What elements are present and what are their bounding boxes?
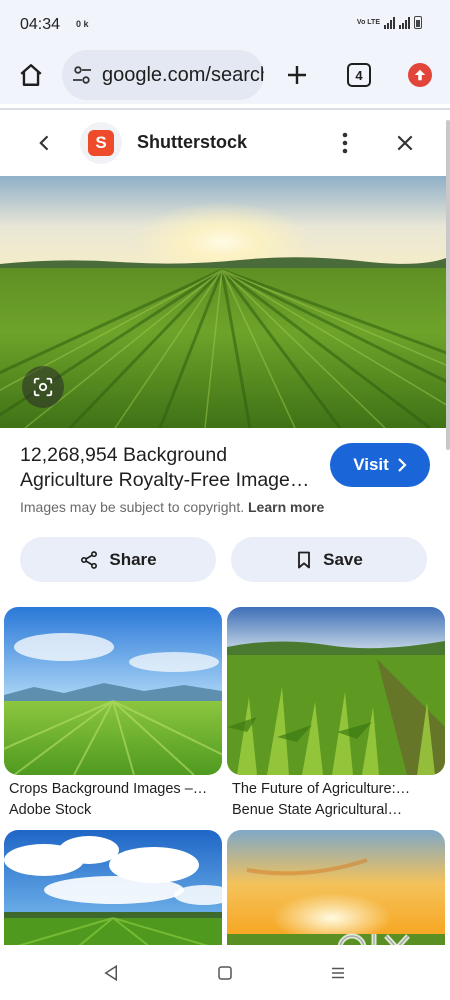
related-title[interactable]: The Future of Agriculture:… — [227, 781, 445, 797]
related-thumbnail[interactable] — [227, 607, 445, 775]
hero-field-illustration — [0, 176, 446, 428]
visit-label: Visit — [353, 455, 389, 474]
new-tab-button[interactable] — [280, 58, 314, 92]
more-options-button[interactable] — [330, 128, 360, 158]
related-result-card[interactable]: Crops Background Images –… Adobe Stock — [4, 607, 222, 818]
tab-switcher-button[interactable]: 4 — [347, 63, 371, 87]
tune-icon[interactable] — [70, 63, 94, 87]
source-name[interactable]: Shutterstock — [137, 132, 247, 153]
related-title[interactable]: Crops Background Images –… — [4, 781, 222, 797]
plus-icon — [288, 66, 306, 84]
tab-count: 4 — [355, 67, 363, 83]
nav-recent-button[interactable] — [324, 959, 352, 987]
close-icon — [397, 135, 413, 151]
source-logo[interactable]: S — [80, 122, 122, 164]
thumb-clouds-field — [4, 830, 222, 950]
more-vert-icon — [342, 132, 348, 154]
back-button[interactable] — [30, 128, 60, 158]
status-bar: 04:34 0 k Vo LTE — [0, 0, 450, 50]
nav-home-button[interactable] — [211, 959, 239, 987]
copyright-notice: Images may be subject to copyright. Lear… — [20, 499, 324, 515]
signal-icon-2 — [399, 16, 410, 29]
system-nav-bar — [0, 945, 450, 1000]
source-header: S Shutterstock — [0, 110, 450, 176]
related-thumbnail[interactable] — [4, 830, 222, 950]
result-title[interactable]: 12,268,954 Background Agriculture Royalt… — [20, 443, 320, 493]
url-text[interactable]: google.com/search — [102, 64, 264, 87]
copyright-text: Images may be subject to copyright. — [20, 499, 245, 515]
status-time: 04:34 — [20, 16, 61, 33]
lens-button[interactable] — [22, 366, 64, 408]
bookmark-icon — [298, 551, 311, 568]
related-result-card[interactable]: The Future of Agriculture:… Benue State … — [227, 607, 445, 818]
upload-button[interactable] — [408, 63, 432, 87]
learn-more-link[interactable]: Learn more — [248, 499, 324, 515]
signal-icon — [384, 16, 395, 29]
share-button[interactable]: Share — [20, 537, 216, 582]
share-icon — [81, 550, 98, 569]
related-thumbnail[interactable] — [4, 607, 222, 775]
battery-icon — [414, 16, 422, 29]
nav-recent-icon — [332, 967, 344, 979]
save-button[interactable]: Save — [231, 537, 427, 582]
home-icon — [20, 64, 42, 86]
save-label: Save — [323, 549, 363, 569]
home-button[interactable] — [14, 58, 48, 92]
chevron-left-icon — [39, 135, 49, 151]
lens-icon — [33, 377, 53, 397]
thumb-corn-field — [227, 607, 445, 775]
share-label: Share — [109, 549, 157, 569]
nav-back-icon — [104, 964, 117, 982]
scrollbar[interactable] — [446, 120, 450, 450]
browser-toolbar: google.com/search 4 — [0, 50, 450, 104]
hero-image[interactable] — [0, 176, 446, 428]
thumb-field-blue-sky — [4, 607, 222, 775]
related-source: Benue State Agricultural… — [232, 802, 403, 818]
visit-button[interactable]: Visit — [330, 443, 430, 487]
url-bar[interactable]: google.com/search — [62, 50, 264, 100]
related-result-card[interactable] — [4, 830, 222, 961]
nav-back-button[interactable] — [97, 959, 125, 987]
close-button[interactable] — [390, 128, 420, 158]
chevron-right-icon — [398, 458, 407, 472]
status-icons: Vo LTE — [357, 16, 422, 29]
status-mini-icon: 0 k — [76, 19, 89, 29]
network-label: Vo LTE — [356, 19, 380, 26]
upload-icon — [414, 69, 426, 81]
shutterstock-logo-icon: S — [88, 130, 114, 156]
related-source: Adobe Stock — [9, 802, 92, 818]
nav-home-icon — [218, 966, 232, 980]
